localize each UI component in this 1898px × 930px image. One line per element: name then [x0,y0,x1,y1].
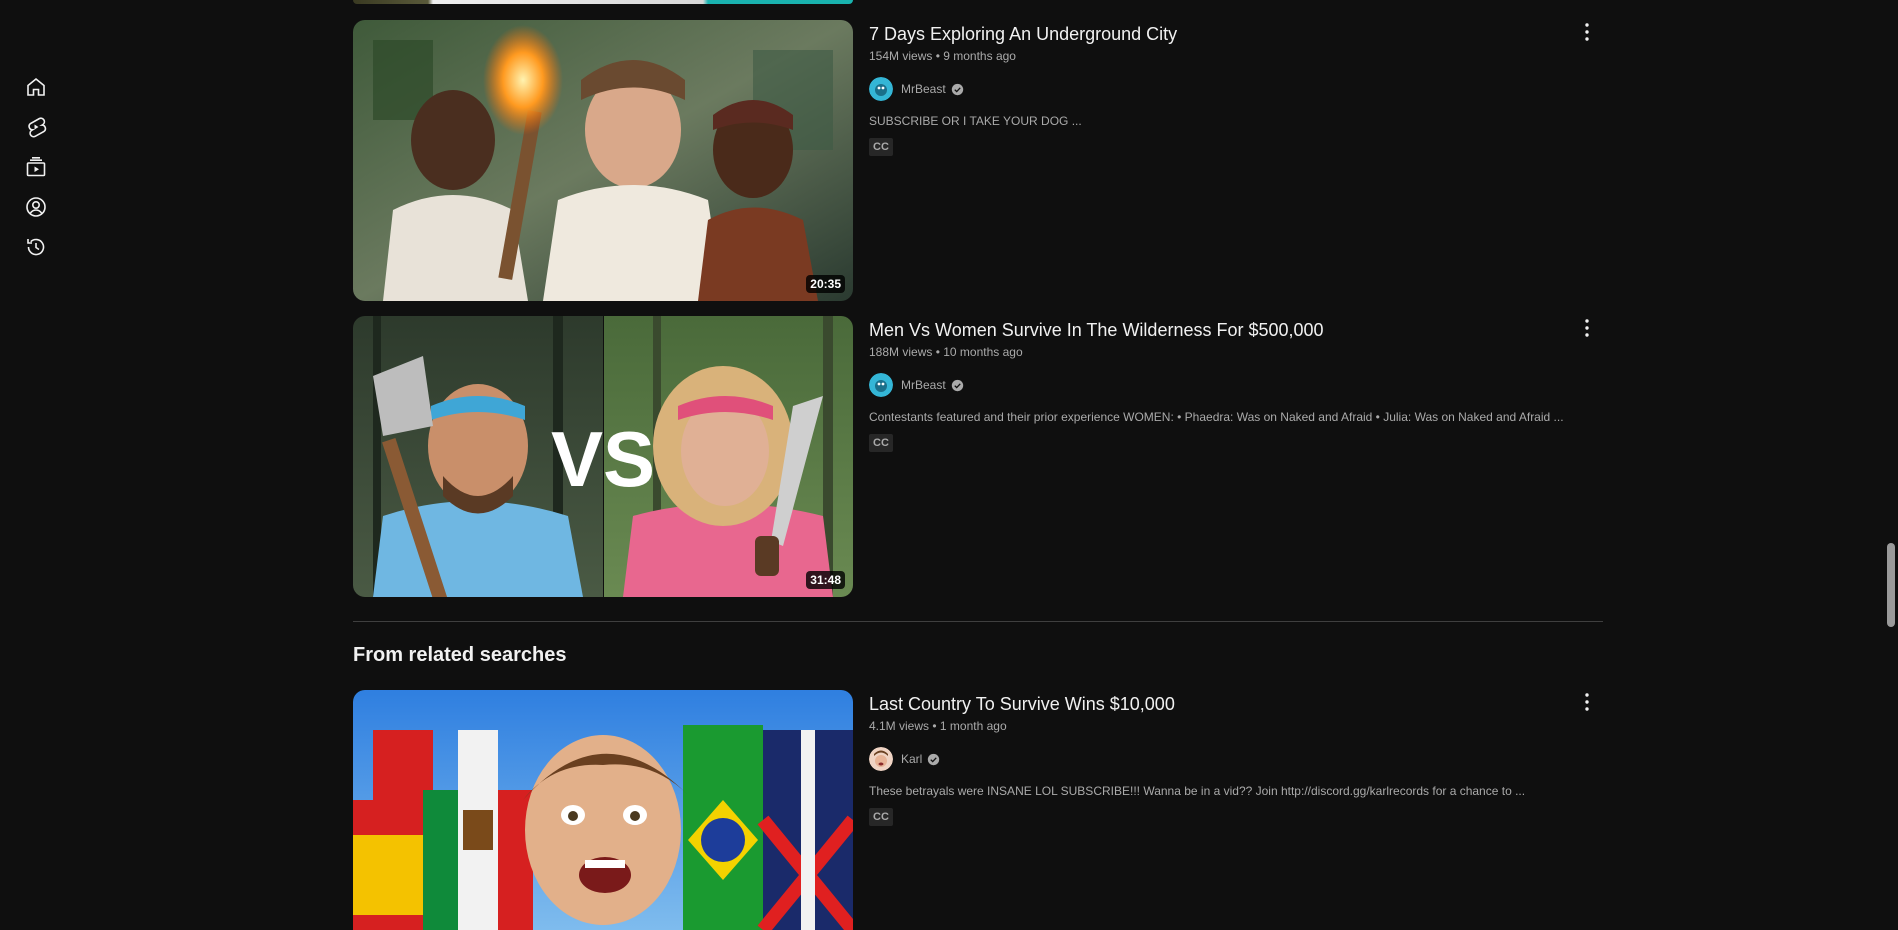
upload-age: 1 month ago [939,719,1007,733]
video-info: Men Vs Women Survive In The Wilderness F… [869,316,1564,452]
video-thumbnail[interactable] [353,690,853,930]
video-metadata: 154M views • 9 months ago [869,47,1559,65]
more-actions-button[interactable] [1575,690,1599,714]
shorts-icon[interactable] [23,114,49,140]
view-count: 4.1M views [869,719,930,733]
verified-badge-icon [951,83,963,95]
video-description: SUBSCRIBE OR I TAKE YOUR DOG ... [869,114,1082,128]
scrollbar-thumb[interactable] [1887,543,1895,627]
video-duration: 31:48 [806,571,845,589]
history-icon[interactable] [23,234,49,260]
channel-link[interactable]: MrBeast [869,373,1559,397]
cc-badge: CC [869,434,893,452]
more-actions-button[interactable] [1575,316,1599,340]
you-icon[interactable] [23,194,49,220]
channel-link[interactable]: Karl [869,747,1559,771]
upload-age: 9 months ago [943,49,1016,63]
more-vert-icon [1585,693,1589,711]
thumbnail-image [353,20,853,301]
channel-avatar[interactable] [869,77,893,101]
video-result: VS 31:48 Men Vs Women Survive In The Wil… [353,316,1603,597]
video-info: Last Country To Survive Wins $10,000 4.1… [869,690,1559,826]
video-result: 20:35 7 Days Exploring An Underground Ci… [353,20,1603,301]
meta-separator: • [935,345,940,359]
video-thumbnail[interactable]: 20:35 [353,20,853,301]
video-title[interactable]: Last Country To Survive Wins $10,000 [869,691,1559,717]
upload-age: 10 months ago [943,345,1023,359]
channel-name[interactable]: MrBeast [901,378,946,392]
more-vert-icon [1585,319,1589,337]
channel-avatar[interactable] [869,747,893,771]
mini-sidebar [0,0,72,930]
video-description: Contestants featured and their prior exp… [869,410,1564,424]
more-actions-button[interactable] [1575,20,1599,44]
section-heading: From related searches [353,644,567,666]
more-vert-icon [1585,23,1589,41]
channel-link[interactable]: MrBeast [869,77,1559,101]
channel-name[interactable]: Karl [901,752,922,766]
meta-separator: • [935,49,940,63]
video-title[interactable]: 7 Days Exploring An Underground City [869,21,1559,47]
video-description: These betrayals were INSANE LOL SUBSCRIB… [869,784,1526,798]
video-metadata: 4.1M views • 1 month ago [869,717,1559,735]
channel-name[interactable]: MrBeast [901,82,946,96]
video-title[interactable]: Men Vs Women Survive In The Wilderness F… [869,317,1559,343]
video-metadata: 188M views • 10 months ago [869,343,1559,361]
cc-badge: CC [869,808,893,826]
cc-badge: CC [869,138,893,156]
previous-video-thumbnail-edge[interactable] [353,0,853,4]
thumbnail-image: VS [353,316,853,597]
home-icon[interactable] [23,74,49,100]
thumbnail-image [353,690,853,930]
verified-badge-icon [951,379,963,391]
subscriptions-icon[interactable] [23,154,49,180]
channel-avatar[interactable] [869,373,893,397]
verified-badge-icon [928,753,940,765]
video-thumbnail[interactable]: VS 31:48 [353,316,853,597]
section-divider [353,621,1603,622]
page-scrollbar[interactable] [1882,0,1898,930]
video-info: 7 Days Exploring An Underground City 154… [869,20,1559,156]
video-result: Last Country To Survive Wins $10,000 4.1… [353,690,1603,930]
video-duration: 20:35 [806,275,845,293]
vs-text: VS [551,415,655,503]
view-count: 154M views [869,49,933,63]
view-count: 188M views [869,345,933,359]
meta-separator: • [932,719,937,733]
